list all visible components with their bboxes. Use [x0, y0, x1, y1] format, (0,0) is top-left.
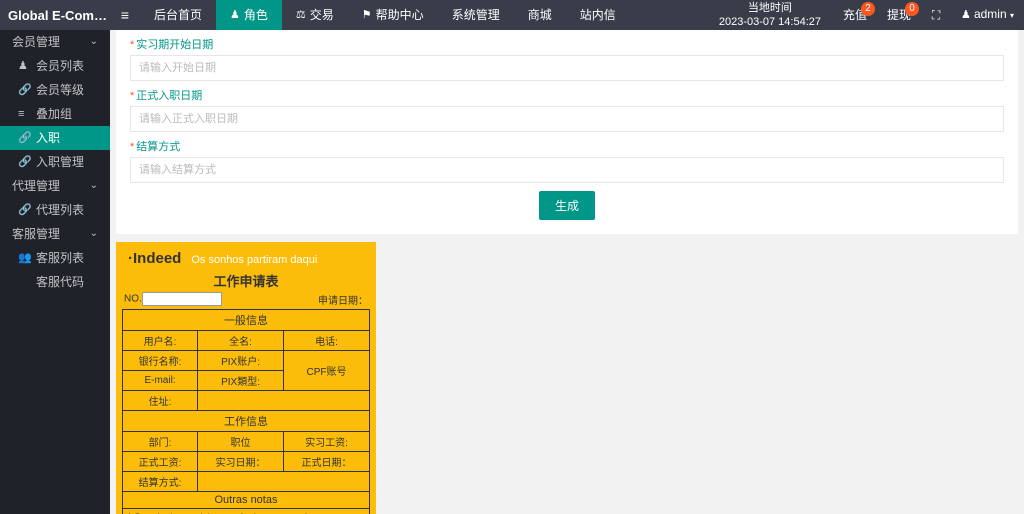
label-official-date: *正式入职日期 [130, 87, 1004, 103]
info-table: 一般信息 用户名:全名:电话: 银行名称:PIX账户:CPF账号 E-mail:… [122, 309, 370, 492]
input-official-date[interactable] [130, 106, 1004, 132]
menu-icon: ≡ [18, 102, 30, 126]
menu-icon: 🔗 [18, 126, 30, 150]
sidebar-item[interactable]: ♟会员列表 [0, 54, 110, 78]
nav-role[interactable]: ♟角色 [216, 0, 282, 30]
chevron-down-icon: ⌄ [90, 30, 98, 54]
chevron-down-icon: ⌄ [90, 174, 98, 198]
sidebar-group[interactable]: 会员管理⌄ [0, 30, 110, 54]
indeed-logo: ·Indeed [128, 250, 181, 267]
sidebar-group[interactable]: 客服管理⌄ [0, 222, 110, 246]
form-card: *实习期开始日期 *正式入职日期 *结算方式 生成 [116, 30, 1018, 234]
notes-header: Outras notas [122, 492, 370, 509]
nav-trade[interactable]: ⚖交易 [282, 0, 348, 30]
recharge-badge: 2 [861, 2, 875, 16]
header-right: 当地时间 2023-03-07 14:54:27 充值2 提现0 ⛶ ♟ adm… [707, 0, 1024, 30]
fullscreen-icon[interactable]: ⛶ [921, 0, 951, 30]
card-no-input[interactable] [142, 292, 222, 306]
notes-body: 1 Depois de concluir a tarefa de teste, … [122, 509, 370, 514]
generate-button[interactable]: 生成 [539, 191, 595, 220]
sidebar: 会员管理⌄♟会员列表🔗会员等级≡叠加组🔗入职🔗入职管理代理管理⌄🔗代理列表客服管… [0, 30, 110, 514]
label-settlement: *结算方式 [130, 138, 1004, 154]
sidebar-item[interactable]: 🔗入职 [0, 126, 110, 150]
top-nav: 后台首页 ♟角色 ⚖交易 ⚑帮助中心 系统管理 商城 站内信 [140, 0, 630, 30]
input-settlement[interactable] [130, 157, 1004, 183]
nav-home[interactable]: 后台首页 [140, 0, 216, 30]
withdraw-badge: 0 [905, 2, 919, 16]
user-icon: ♟ [230, 0, 240, 30]
menu-icon: 🔗 [18, 150, 30, 174]
sidebar-item[interactable]: ≡叠加组 [0, 102, 110, 126]
menu-icon: 👥 [18, 246, 30, 270]
user-menu[interactable]: ♟ admin ▾ [951, 0, 1024, 31]
nav-system[interactable]: 系统管理 [438, 0, 514, 30]
app-logo: Global E-Commerce... [0, 8, 110, 23]
chevron-down-icon: ⌄ [90, 222, 98, 246]
application-card: ·Indeed Os sonhos partiram daqui 工作申请表 N… [116, 242, 376, 514]
input-intern-start[interactable] [130, 55, 1004, 81]
sidebar-item[interactable]: 🔗会员等级 [0, 78, 110, 102]
top-header: Global E-Commerce... ≡ 后台首页 ♟角色 ⚖交易 ⚑帮助中… [0, 0, 1024, 30]
sidebar-group[interactable]: 代理管理⌄ [0, 174, 110, 198]
nav-mall[interactable]: 商城 [514, 0, 566, 30]
nav-help[interactable]: ⚑帮助中心 [348, 0, 438, 30]
withdraw-button[interactable]: 提现0 [877, 0, 921, 30]
label-intern-start: *实习期开始日期 [130, 36, 1004, 52]
flag-icon: ⚑ [362, 0, 372, 30]
card-title: 工作申请表 [122, 271, 370, 290]
sidebar-item[interactable]: 👥客服列表 [0, 246, 110, 270]
local-time: 当地时间 2023-03-07 14:54:27 [707, 1, 833, 29]
menu-icon: ♟ [18, 54, 30, 78]
scale-icon: ⚖ [296, 0, 306, 30]
menu-icon: 🔗 [18, 78, 30, 102]
sidebar-item[interactable]: 🔗代理列表 [0, 198, 110, 222]
card-date-label: 申请日期： [318, 292, 368, 307]
sidebar-item[interactable]: 🔗入职管理 [0, 150, 110, 174]
hamburger-icon[interactable]: ≡ [110, 7, 140, 23]
nav-msg[interactable]: 站内信 [566, 0, 630, 30]
recharge-button[interactable]: 充值2 [833, 0, 877, 30]
sidebar-item[interactable]: 客服代码 [0, 270, 110, 294]
menu-icon: 🔗 [18, 198, 30, 222]
card-slogan: Os sonhos partiram daqui [191, 254, 317, 266]
main-content: *实习期开始日期 *正式入职日期 *结算方式 生成 ·Indeed Os son… [110, 30, 1024, 514]
